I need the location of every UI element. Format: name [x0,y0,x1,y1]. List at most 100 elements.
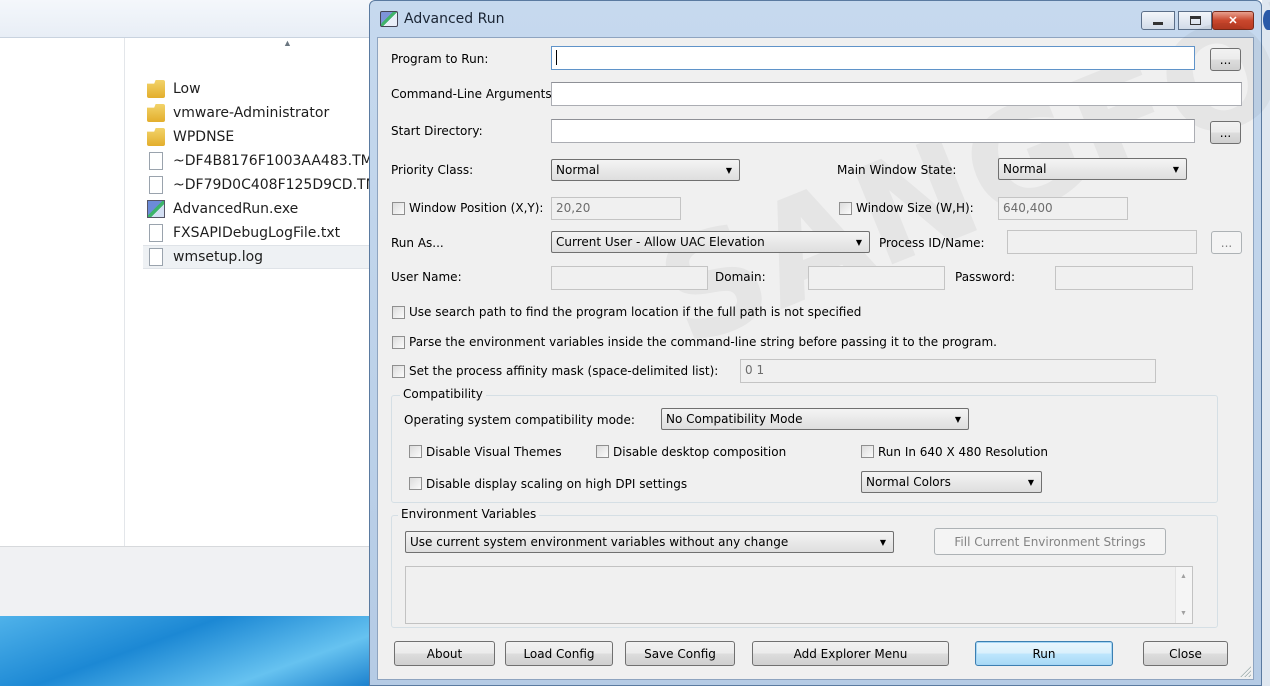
window-position-label: Window Position (X,Y): [409,201,544,215]
color-mode-dropdown[interactable]: Normal Colors ▼ [861,471,1042,493]
main-window-state-label: Main Window State: [837,163,957,177]
file-row[interactable]: vmware-Administrator [143,101,372,125]
file-name: AdvancedRun.exe [173,201,299,217]
load-config-button[interactable]: Load Config [505,641,613,666]
chevron-down-icon: ▼ [725,165,733,175]
folder-icon [147,104,165,122]
disable-desktop-composition-checkbox[interactable] [596,445,609,458]
run-640x480-label: Run In 640 X 480 Resolution [878,445,1048,459]
run-as-dropdown[interactable]: Current User - Allow UAC Elevation ▼ [551,231,870,253]
file-name: WPDNSE [173,129,235,145]
document-icon [149,176,163,194]
folder-icon [147,128,165,146]
browse-start-directory-button[interactable]: ... [1210,121,1241,144]
start-directory-input[interactable] [551,119,1195,143]
disable-dpi-scaling-label: Disable display scaling on high DPI sett… [426,477,688,491]
app-icon [380,11,398,27]
affinity-mask-label: Set the process affinity mask (space-del… [409,364,719,378]
main-window-state-dropdown[interactable]: Normal ▼ [998,158,1187,180]
explorer-toolbar [0,0,372,38]
explorer-window: ▲ Low vmware-Administrator WPDNSE ~DF4B8176… [0,0,386,686]
file-row[interactable]: AdvancedRun.exe [143,197,372,221]
priority-class-dropdown[interactable]: Normal ▼ [551,159,740,181]
command-line-arguments-input[interactable] [551,82,1242,106]
password-input[interactable] [1055,266,1193,290]
minimize-button[interactable] [1141,11,1175,30]
file-name: Low [173,81,201,97]
disable-dpi-scaling-checkbox[interactable] [409,477,422,490]
scroll-down-icon[interactable]: ▼ [1180,610,1187,617]
title-bar[interactable]: Advanced Run ✕ [370,1,1261,37]
save-config-button[interactable]: Save Config [625,641,735,666]
resize-grip-icon[interactable] [1239,665,1251,677]
os-compatibility-label: Operating system compatibility mode: [404,413,635,427]
browse-program-button[interactable]: ... [1210,48,1241,71]
process-id-name-label: Process ID/Name: [879,236,985,250]
password-label: Password: [955,270,1016,284]
file-name: wmsetup.log [173,249,264,265]
user-name-label: User Name: [391,270,462,284]
background-window-icon [1263,10,1270,30]
close-button[interactable]: Close [1143,641,1228,666]
application-icon [147,200,165,218]
file-row[interactable]: FXSAPIDebugLogFile.txt [143,221,372,245]
fill-environment-strings-button[interactable]: Fill Current Environment Strings [934,528,1166,555]
about-button[interactable]: About [394,641,495,666]
chevron-down-icon: ▼ [1172,164,1180,174]
sort-arrow-icon[interactable]: ▲ [283,38,292,48]
vertical-scrollbar[interactable]: ▲ ▼ [1175,567,1192,623]
file-name: vmware-Administrator [173,105,330,121]
file-row[interactable]: ~DF4B8176F1003AA483.TMP [143,149,381,173]
file-name: FXSAPIDebugLogFile.txt [173,225,341,241]
dialog-client-area: SANGFOR Program to Run: ... Command-Line… [377,0,1270,680]
close-icon: ✕ [1228,15,1238,27]
search-path-label: Use search path to find the program loca… [409,305,862,319]
maximize-icon [1189,16,1201,25]
document-icon [149,152,163,170]
affinity-mask-input[interactable]: 0 1 [740,359,1156,383]
file-name: ~DF4B8176F1003AA483.TMP [173,153,382,169]
window-size-input[interactable]: 640,400 [998,197,1128,220]
file-row[interactable]: WPDNSE [143,125,372,149]
minimize-icon [1153,22,1163,25]
window-size-label: Window Size (W,H): [856,201,974,215]
window-title: Advanced Run [404,11,505,27]
start-directory-label: Start Directory: [391,124,483,138]
command-line-arguments-label: Command-Line Arguments: [391,87,556,101]
program-to-run-label: Program to Run: [391,52,489,66]
document-icon [149,224,163,242]
disable-desktop-composition-label: Disable desktop composition [613,445,787,459]
priority-class-label: Priority Class: [391,163,474,177]
os-compatibility-dropdown[interactable]: No Compatibility Mode ▼ [661,408,969,430]
domain-label: Domain: [715,270,766,284]
window-size-checkbox[interactable] [839,202,852,215]
scroll-up-icon[interactable]: ▲ [1180,573,1187,580]
column-separator [124,38,125,546]
process-id-name-input[interactable] [1007,230,1197,254]
file-row[interactable]: Low [143,77,372,101]
close-window-button[interactable]: ✕ [1212,11,1254,30]
run-button[interactable]: Run [975,641,1113,666]
file-row[interactable]: wmsetup.log [143,245,372,269]
chevron-down-icon: ▼ [879,537,887,547]
parse-env-label: Parse the environment variables inside t… [409,335,997,349]
parse-env-checkbox[interactable] [392,336,405,349]
environment-mode-dropdown[interactable]: Use current system environment variables… [405,531,894,553]
domain-input[interactable] [808,266,945,290]
run-640x480-checkbox[interactable] [861,445,874,458]
window-position-checkbox[interactable] [392,202,405,215]
environment-variables-textarea[interactable]: ▲ ▼ [405,566,1193,624]
user-name-input[interactable] [551,266,708,290]
maximize-button[interactable] [1178,11,1212,30]
window-position-input[interactable]: 20,20 [551,197,681,220]
desktop-background [0,616,372,686]
add-explorer-menu-button[interactable]: Add Explorer Menu [752,641,949,666]
search-path-checkbox[interactable] [392,306,405,319]
disable-visual-themes-checkbox[interactable] [409,445,422,458]
document-icon [149,248,163,266]
affinity-mask-checkbox[interactable] [392,365,405,378]
program-to-run-input[interactable] [551,46,1195,70]
browse-process-button[interactable]: ... [1211,231,1242,254]
file-row[interactable]: ~DF79D0C408F125D9CD.TMP [143,173,386,197]
chevron-down-icon: ▼ [855,237,863,247]
